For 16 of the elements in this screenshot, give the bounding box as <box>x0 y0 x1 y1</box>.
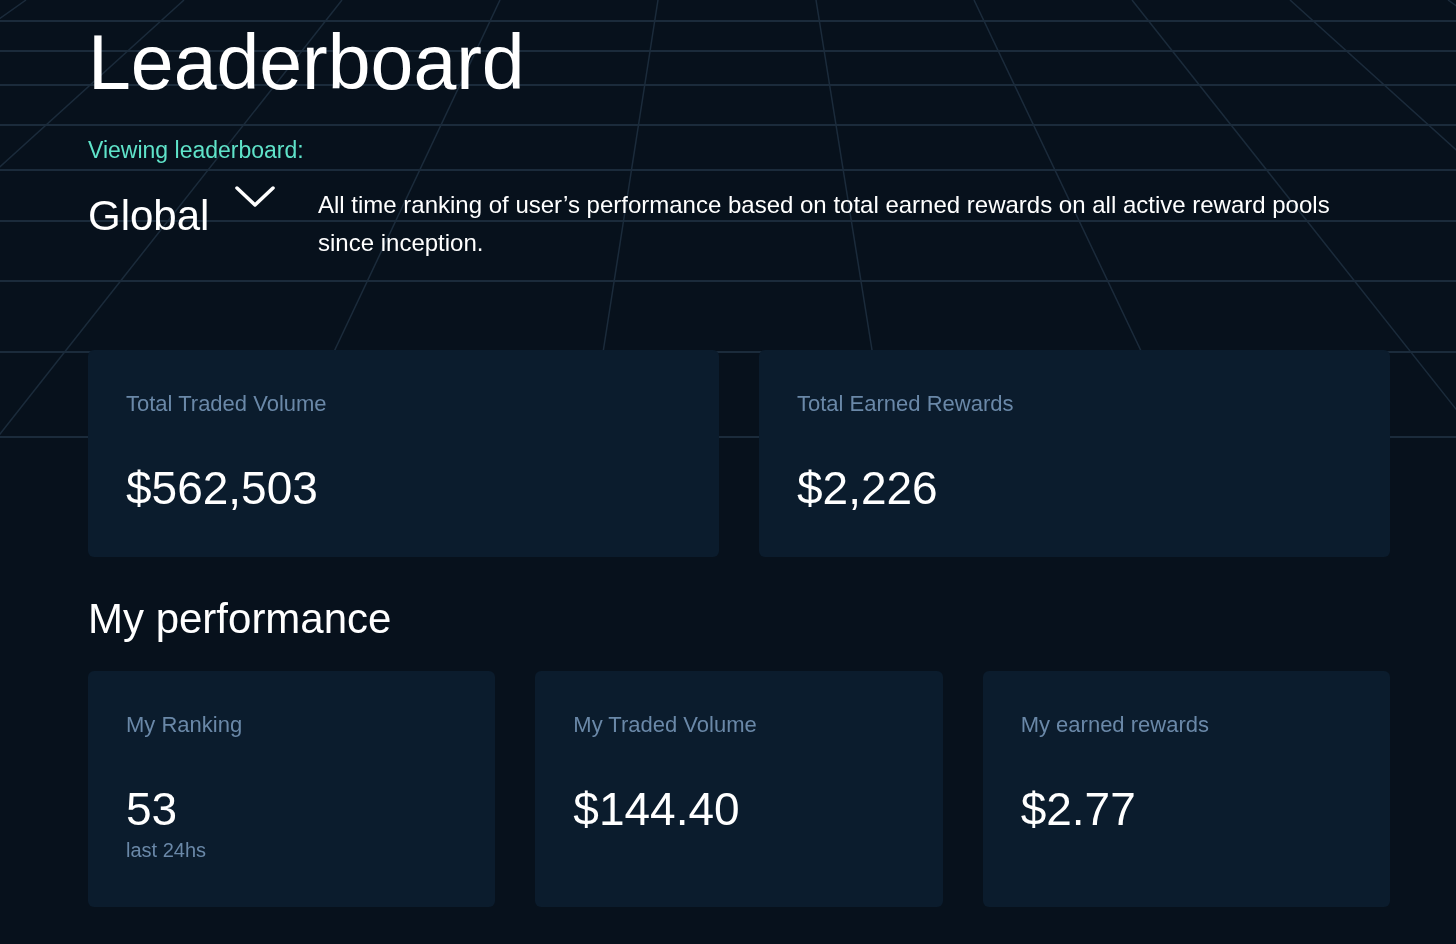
stat-label: My Traded Volume <box>573 711 757 739</box>
stat-label: Total Traded Volume <box>126 390 327 418</box>
stat-value: $562,503 <box>126 462 318 514</box>
stat-label: My earned rewards <box>1020 711 1209 739</box>
stat-value: $144.40 <box>573 783 740 835</box>
stat-label: Total Earned Rewards <box>797 390 1014 418</box>
section-title: My performance <box>88 594 392 644</box>
selector-label: Viewing leaderboard: <box>88 136 304 164</box>
leaderboard-select[interactable]: Global <box>88 186 318 240</box>
stat-value: 53 <box>126 783 178 835</box>
stat-label: My Ranking <box>126 711 243 739</box>
leaderboard-description: All time ranking of user’s performance based on total earned rewards on all active reward pools since inception. <box>318 190 1331 258</box>
stat-value: $2.77 <box>1020 783 1136 835</box>
stat-note: last 24hs <box>126 838 207 863</box>
page-title: Leaderboard <box>88 18 525 106</box>
stat-value: $2,226 <box>797 462 938 514</box>
